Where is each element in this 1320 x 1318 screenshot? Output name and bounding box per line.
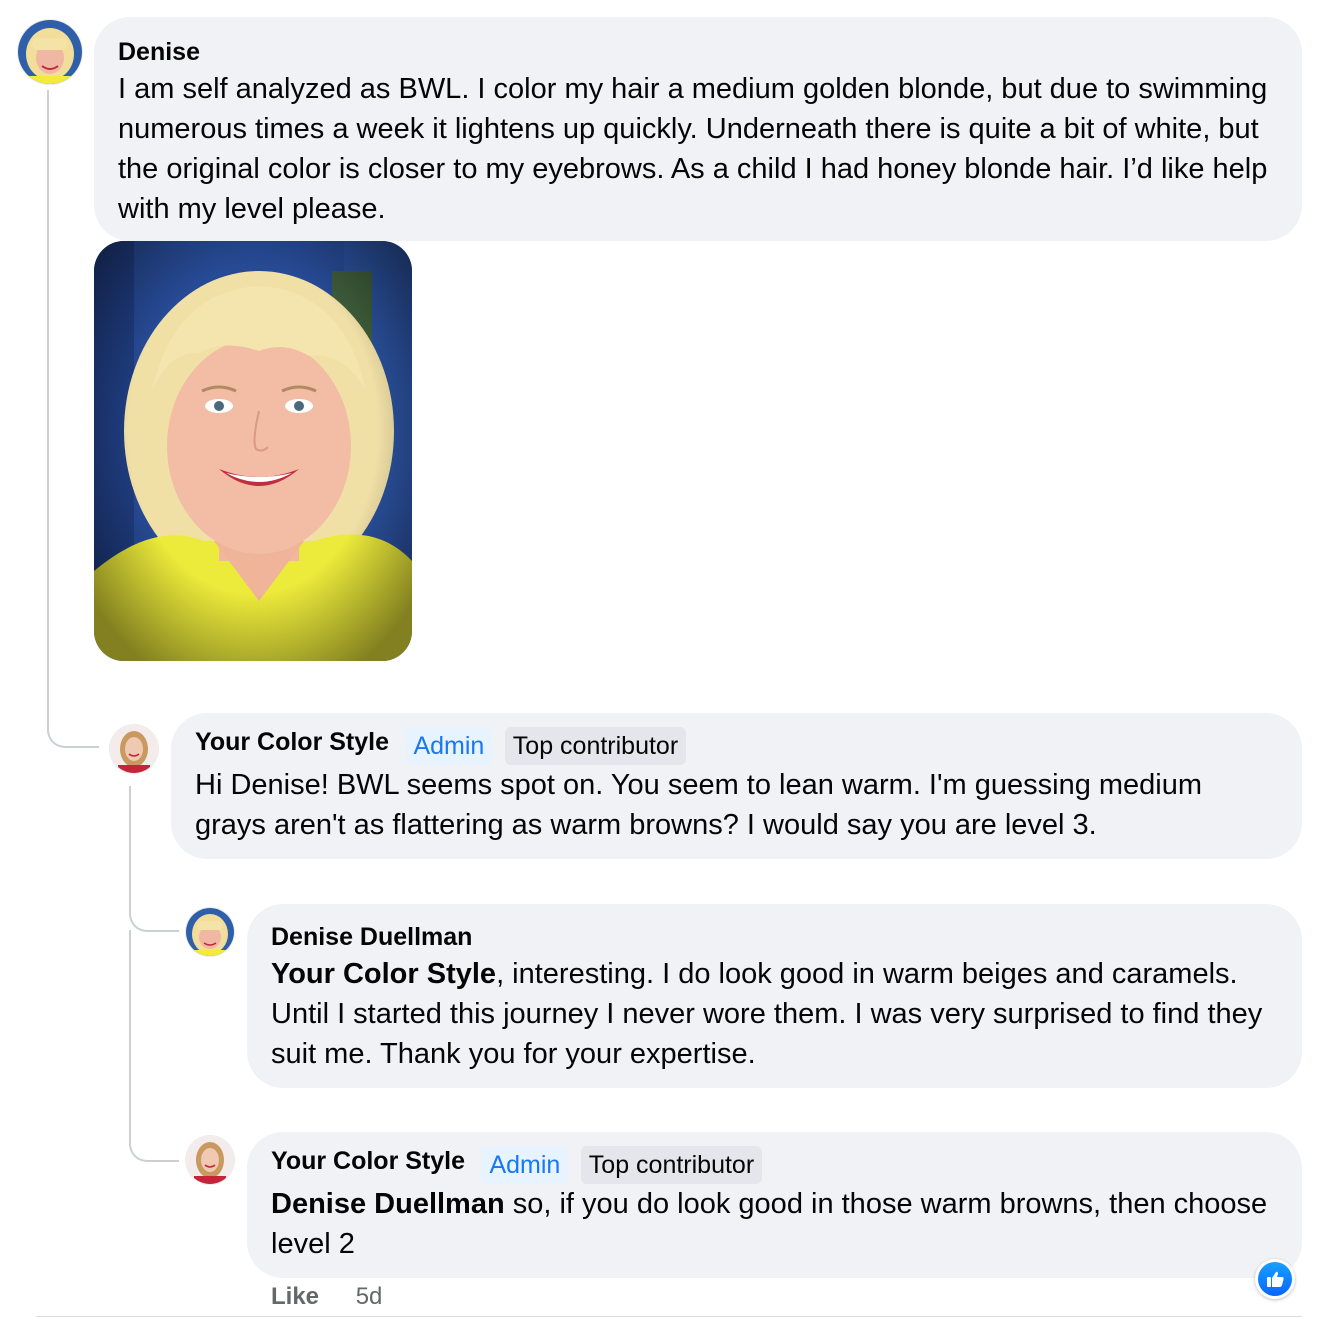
comment-author[interactable]: Denise	[118, 35, 1278, 69]
thumbs-up-icon	[1267, 1271, 1284, 1287]
comment-header: Your Color Style Admin Top contributor	[271, 1144, 1278, 1184]
comment-photo-attachment[interactable]	[94, 241, 412, 661]
comment-bubble-1: Denise I am self analyzed as BWL. I colo…	[94, 17, 1302, 241]
avatar-your-color-style[interactable]	[110, 725, 158, 773]
top-contributor-badge: Top contributor	[504, 726, 687, 765]
profile-photo-icon	[186, 908, 234, 956]
comment-author[interactable]: Your Color Style	[271, 1147, 465, 1175]
thread-line-replies-2	[129, 930, 179, 1162]
admin-badge: Admin	[405, 726, 493, 765]
portrait-photo-icon	[94, 241, 412, 661]
like-button[interactable]: Like	[271, 1283, 319, 1310]
thread-line-main	[47, 90, 99, 748]
profile-photo-icon	[18, 20, 82, 84]
comment-bubble-2: Your Color Style Admin Top contributor H…	[171, 713, 1302, 859]
like-reaction-badge[interactable]	[1255, 1259, 1295, 1299]
profile-photo-icon	[110, 725, 158, 773]
comment-actions: Like 5d	[271, 1283, 382, 1311]
timestamp[interactable]: 5d	[356, 1283, 383, 1310]
top-contributor-badge: Top contributor	[580, 1145, 763, 1184]
comment-text: Denise Duellman so, if you do look good …	[271, 1184, 1278, 1264]
avatar-denise-duellman[interactable]	[186, 908, 234, 956]
divider	[36, 1316, 1302, 1317]
comment-bubble-4: Your Color Style Admin Top contributor D…	[247, 1132, 1302, 1278]
avatar-your-color-style[interactable]	[186, 1136, 234, 1184]
mention-link[interactable]: Denise Duellman	[271, 1188, 505, 1220]
like-icon	[1258, 1262, 1292, 1296]
comment-text: Your Color Style, interesting. I do look…	[271, 954, 1278, 1074]
comment-author[interactable]: Denise Duellman	[271, 920, 1278, 954]
comment-author[interactable]: Your Color Style	[195, 728, 389, 756]
comment-text: I am self analyzed as BWL. I color my ha…	[118, 73, 1268, 225]
comment-bubble-3: Denise Duellman Your Color Style, intere…	[247, 904, 1302, 1088]
avatar-denise[interactable]	[18, 20, 82, 84]
admin-badge: Admin	[481, 1145, 569, 1184]
comment-header: Your Color Style Admin Top contributor	[195, 725, 1278, 765]
profile-photo-icon	[186, 1136, 234, 1184]
mention-link[interactable]: Your Color Style	[271, 958, 496, 990]
comment-text: Hi Denise! BWL seems spot on. You seem t…	[195, 768, 1203, 841]
